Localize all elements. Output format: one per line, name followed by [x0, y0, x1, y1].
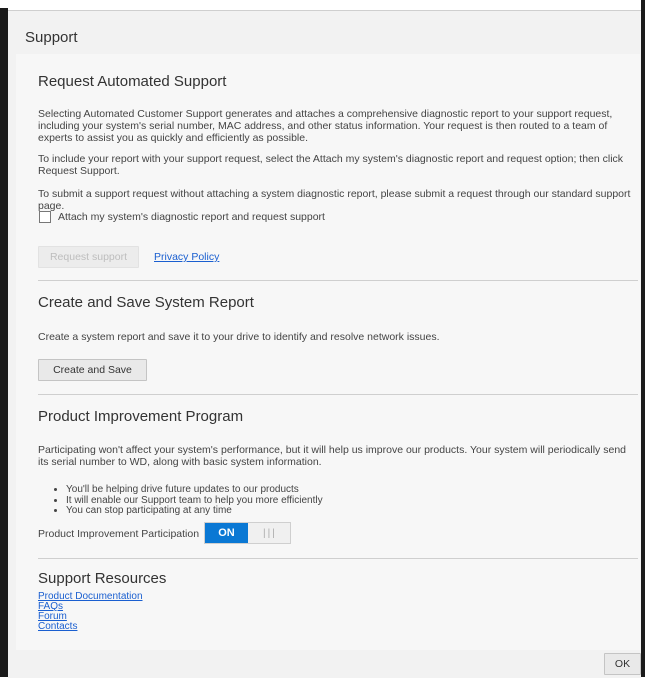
automated-support-heading: Request Automated Support	[38, 73, 227, 90]
section-divider	[38, 558, 638, 559]
section-divider	[38, 394, 638, 395]
toggle-on-state: ON	[205, 523, 248, 543]
ok-button[interactable]: OK	[604, 653, 641, 675]
attach-report-label: Attach my system's diagnostic report and…	[58, 211, 325, 223]
support-dialog: Support Request Automated Support Select…	[8, 10, 641, 678]
privacy-policy-link[interactable]: Privacy Policy	[154, 251, 219, 263]
resources-heading: Support Resources	[38, 570, 167, 587]
improvement-description: Participating won't affect your system's…	[38, 444, 626, 468]
participation-label: Product Improvement Participation	[38, 528, 200, 540]
contacts-link[interactable]: Contacts	[38, 622, 77, 632]
system-report-heading: Create and Save System Report	[38, 294, 254, 311]
automated-support-description: Selecting Automated Customer Support gen…	[38, 108, 613, 144]
participation-toggle[interactable]: ON |||	[204, 522, 291, 544]
list-item: You'll be helping drive future updates t…	[66, 484, 626, 496]
improvement-heading: Product Improvement Program	[38, 408, 244, 425]
window-left-border	[0, 8, 8, 677]
request-support-button[interactable]: Request support	[38, 246, 139, 268]
automated-support-instructions: To include your report with your support…	[38, 153, 624, 177]
support-panel: Request Automated Support Selecting Auto…	[16, 54, 640, 650]
attach-report-checkbox[interactable]	[39, 211, 51, 223]
create-and-save-button[interactable]: Create and Save	[38, 359, 147, 381]
toggle-grip-icon: |||	[263, 528, 277, 539]
improvement-benefits-list: You'll be helping drive future updates t…	[50, 484, 626, 517]
window-right-border	[641, 0, 645, 677]
section-divider	[38, 280, 638, 281]
system-report-description: Create a system report and save it to yo…	[38, 331, 440, 343]
window-top-strip	[0, 0, 645, 10]
standard-support-note: To submit a support request without atta…	[38, 188, 631, 212]
dialog-title: Support	[25, 29, 78, 46]
list-item: You can stop participating at any time	[66, 505, 626, 517]
